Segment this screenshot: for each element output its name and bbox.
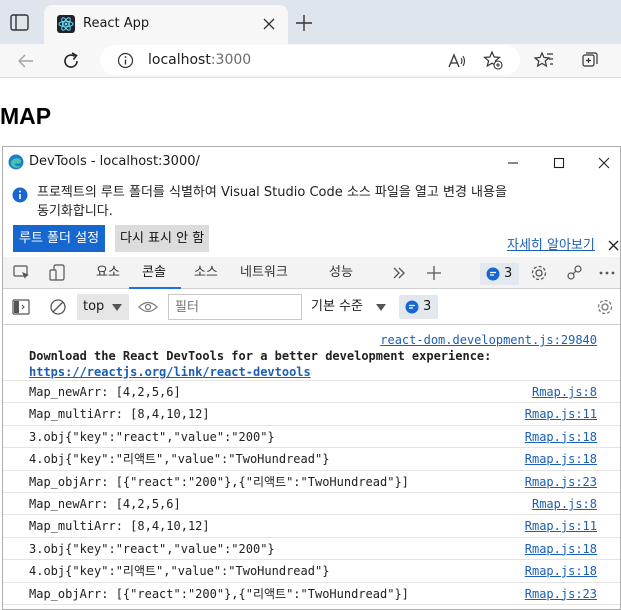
source-link[interactable]: Rmap.js:23 — [525, 587, 597, 602]
issues-badge[interactable]: 3 — [399, 295, 438, 319]
console-log-row: Map_newArr: [4,2,5,6] Rmap.js:8 — [3, 381, 620, 404]
chevron-down-icon — [112, 304, 122, 311]
source-link[interactable]: Rmap.js:18 — [525, 542, 597, 557]
minimize-icon[interactable] — [503, 153, 523, 173]
maximize-icon[interactable] — [549, 153, 569, 173]
message-text: Download the React DevTools for a better… — [29, 349, 492, 363]
tab-console[interactable]: 콘솔 — [142, 257, 166, 289]
context-value: top — [83, 299, 105, 314]
devtools-title-bar: DevTools - localhost:3000/ — [3, 147, 620, 177]
tab-elements[interactable]: 요소 — [96, 257, 120, 289]
source-link[interactable]: Rmap.js:23 — [525, 475, 597, 490]
console-log-row: 4.obj{"key":"리액트","value":"TwoHundread"}… — [3, 560, 620, 583]
close-icon[interactable] — [607, 239, 620, 252]
info-icon[interactable] — [117, 52, 134, 69]
clear-console-icon[interactable] — [49, 298, 67, 316]
gear-icon[interactable] — [530, 264, 548, 282]
source-link[interactable]: Rmap.js:18 — [525, 452, 597, 467]
back-arrow-icon[interactable] — [16, 51, 36, 71]
devtools-window: DevTools - localhost:3000/ 프로젝트의 루트 폴더를 … — [2, 146, 621, 610]
new-tab-icon[interactable] — [294, 13, 314, 33]
log-text: Map_newArr: [4,2,5,6] — [29, 497, 181, 511]
url-port: :3000 — [210, 52, 252, 68]
tab-actions-icon[interactable] — [8, 12, 32, 34]
log-text: Map_objArr: [{"react":"200"},{"리액트":"Two… — [29, 474, 409, 489]
close-tab-icon[interactable] — [260, 15, 278, 33]
issues-count: 3 — [504, 266, 513, 281]
read-aloud-icon[interactable] — [447, 51, 467, 71]
favorites-icon[interactable] — [534, 50, 554, 70]
chevron-down-icon[interactable] — [376, 304, 386, 311]
learn-more-link[interactable]: 자세히 알아보기 — [507, 237, 595, 255]
address-bar[interactable]: localhost:3000 — [100, 45, 520, 75]
add-tool-icon[interactable] — [425, 264, 443, 282]
url-text[interactable]: localhost:3000 — [148, 50, 251, 70]
close-icon[interactable] — [594, 153, 614, 173]
sidebar-toggle-icon[interactable] — [12, 299, 30, 315]
url-host: localhost — [148, 52, 211, 68]
browser-tab-bar: React App — [0, 0, 621, 44]
log-text: 3.obj{"key":"react","value":"200"} — [29, 429, 275, 444]
console-toolbar: top 기본 수준 3 — [3, 289, 620, 325]
log-level-selector[interactable]: 기본 수준 — [311, 294, 363, 320]
source-link[interactable]: Rmap.js:8 — [532, 497, 597, 512]
log-text: 4.obj{"key":"리액트","value":"TwoHundread"} — [29, 452, 330, 467]
chat-bubble-icon — [486, 267, 500, 281]
source-link[interactable]: Rmap.js:11 — [525, 519, 597, 534]
console-log-row: Map_multiArr: [8,4,10,12] Rmap.js:11 — [3, 403, 620, 426]
issues-badge[interactable]: 3 — [480, 263, 519, 285]
chat-bubble-icon — [405, 300, 419, 314]
context-selector[interactable]: top — [77, 294, 129, 320]
dont-show-again-button[interactable]: 다시 표시 안 함 — [115, 225, 210, 252]
collections-icon[interactable] — [580, 50, 600, 70]
more-options-icon[interactable] — [597, 264, 617, 282]
eye-icon[interactable] — [138, 299, 158, 315]
tab-sources[interactable]: 소스 — [194, 257, 218, 289]
tab-title: React App — [83, 16, 150, 31]
console-log-row: Map_objArr: [{"react":"200"},{"리액트":"Two… — [3, 583, 620, 605]
filter-input[interactable] — [168, 294, 302, 320]
navigation-bar: localhost:3000 — [0, 44, 621, 78]
source-link[interactable]: Rmap.js:8 — [532, 385, 597, 400]
gear-icon[interactable] — [596, 298, 614, 316]
console-log-row: Map_multiArr: [8,4,10,12] Rmap.js:11 — [3, 515, 620, 538]
console-log-row: Map_objArr: [{"react":"200"},{"리액트":"Two… — [3, 471, 620, 493]
reload-icon[interactable] — [60, 50, 82, 72]
console-message-text: Download the React DevTools for a better… — [29, 348, 615, 380]
react-logo-icon — [57, 15, 75, 33]
console-log-row: 3.obj{"key":"react","value":"200"} Rmap.j… — [3, 538, 620, 561]
tab-performance[interactable]: 성능 — [329, 257, 353, 289]
console-log-row: 4.obj{"key":"리액트","value":"TwoHundread"}… — [3, 448, 620, 471]
set-root-folder-button[interactable]: 루트 폴더 설정 — [13, 225, 106, 252]
log-text: 3.obj{"key":"react","value":"200"} — [29, 541, 275, 556]
issues-count: 3 — [423, 299, 432, 314]
source-link[interactable]: Rmap.js:11 — [525, 407, 597, 422]
infobar-message: 프로젝트의 루트 폴더를 식별하여 Visual Studio Code 소스 … — [37, 185, 507, 219]
console-log-row: 3.obj{"key":"react","value":"200"} Rmap.j… — [3, 426, 620, 449]
info-icon — [12, 187, 28, 203]
connections-icon[interactable] — [566, 264, 584, 282]
tab-network[interactable]: 네트워크 — [240, 257, 288, 289]
page-title: MAP — [0, 103, 52, 129]
add-favorite-icon[interactable] — [483, 50, 503, 70]
source-link[interactable]: react-dom.development.js:29840 — [380, 333, 597, 348]
devtools-tab-strip: 요소 콘솔 소스 네트워크 성능 3 — [3, 257, 620, 289]
source-link[interactable]: Rmap.js:18 — [525, 564, 597, 579]
more-tabs-icon[interactable] — [391, 265, 407, 281]
browser-tab[interactable]: React App — [44, 5, 288, 44]
log-text: Map_newArr: [4,2,5,6] — [29, 385, 181, 399]
log-text: Map_multiArr: [8,4,10,12] — [29, 407, 210, 422]
log-text: 4.obj{"key":"리액트","value":"TwoHundread"} — [29, 564, 330, 579]
react-devtools-link[interactable]: https://reactjs.org/link/react-devtools — [29, 365, 311, 379]
inspect-element-icon[interactable] — [13, 265, 31, 281]
devtools-title: DevTools - localhost:3000/ — [29, 154, 200, 169]
device-emulation-icon[interactable] — [49, 264, 67, 282]
log-text: Map_objArr: [{"react":"200"},{"리액트":"Two… — [29, 586, 409, 601]
console-log-row: Map_newArr: [4,2,5,6] Rmap.js:8 — [3, 493, 620, 516]
log-text: Map_multiArr: [8,4,10,12] — [29, 519, 210, 534]
source-link[interactable]: Rmap.js:18 — [525, 430, 597, 445]
console-output: react-dom.development.js:29840 Download … — [3, 325, 620, 609]
console-message: react-dom.development.js:29840 Download … — [3, 325, 620, 381]
edge-logo-icon — [8, 154, 24, 170]
